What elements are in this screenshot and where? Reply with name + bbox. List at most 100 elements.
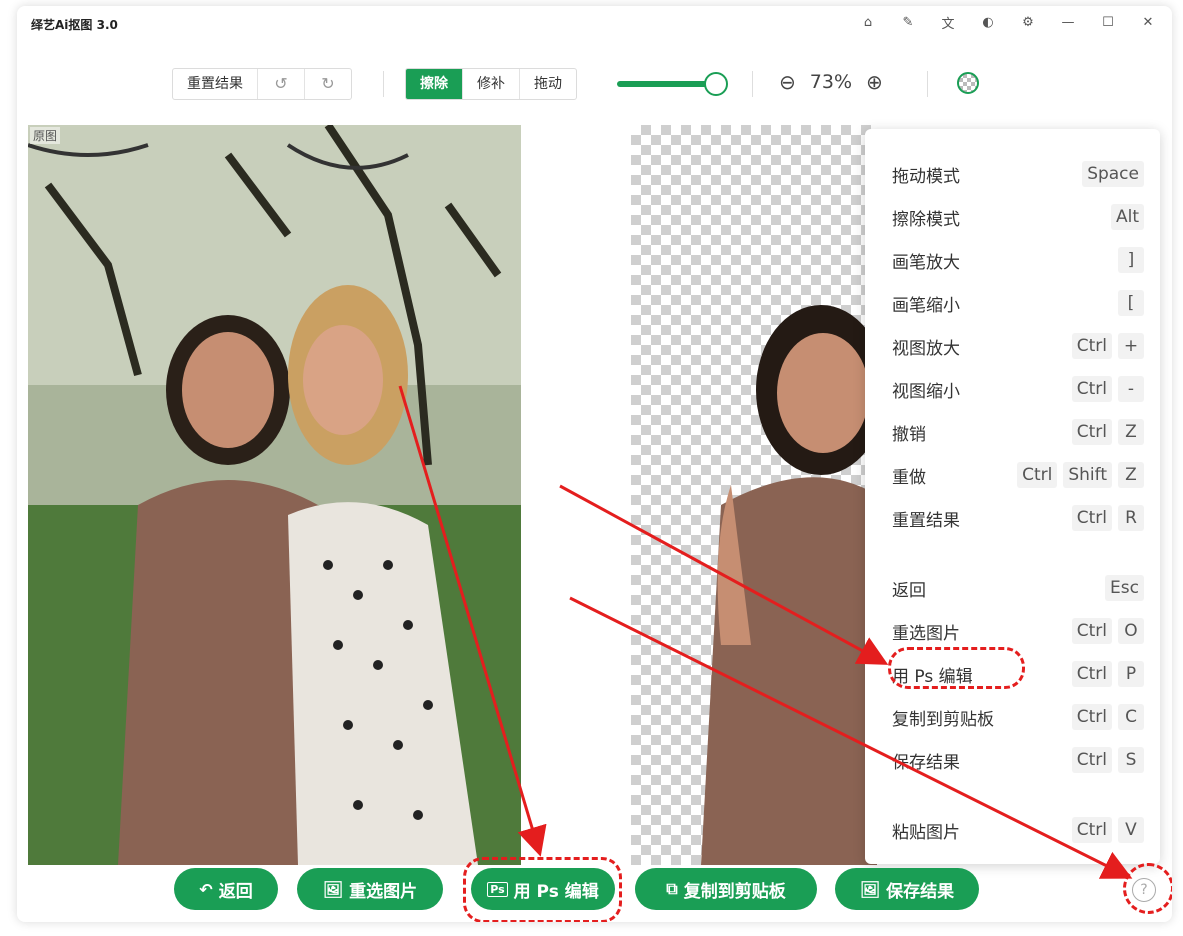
back-button[interactable]: ↶ 返回 bbox=[174, 868, 278, 910]
brush-size-slider[interactable] bbox=[617, 72, 737, 96]
shortcut-label: 拖动模式 bbox=[892, 166, 960, 187]
result-image bbox=[631, 125, 877, 865]
theme-icon[interactable]: ◐ bbox=[978, 12, 998, 32]
zoom-in-icon[interactable]: ⊕ bbox=[866, 70, 883, 94]
save-result-button[interactable]: 🖼 保存结果 bbox=[835, 868, 979, 910]
shortcut-keys: Ctrl P bbox=[1071, 661, 1144, 687]
shortcut-label: 擦除模式 bbox=[892, 209, 960, 230]
shortcut-key: Ctrl bbox=[1071, 505, 1112, 531]
reset-button[interactable]: 重置结果 bbox=[173, 69, 258, 99]
shortcut-key: Ctrl bbox=[1071, 419, 1112, 445]
mode-group: 擦除 修补 拖动 bbox=[405, 68, 577, 100]
shortcut-keys: ] bbox=[1118, 247, 1144, 273]
shortcut-key: Space bbox=[1082, 161, 1144, 187]
slider-track bbox=[617, 81, 718, 87]
shortcut-label: 粘贴图片 bbox=[892, 822, 960, 843]
shortcut-keys: Ctrl C bbox=[1071, 704, 1144, 730]
shortcut-key: P bbox=[1118, 661, 1144, 687]
shortcut-row: 重做 Ctrl Shift Z bbox=[865, 460, 1160, 490]
toolbar-divider bbox=[383, 71, 384, 97]
shortcut-keys: Ctrl R bbox=[1071, 505, 1144, 531]
shortcut-keys: Ctrl + bbox=[1071, 333, 1144, 359]
shortcut-key: - bbox=[1118, 376, 1144, 402]
settings-icon[interactable]: ⚙ bbox=[1018, 12, 1038, 32]
shortcut-keys: Ctrl - bbox=[1071, 376, 1144, 402]
shortcut-label: 复制到剪贴板 bbox=[892, 709, 994, 730]
undo-icon[interactable]: ↺ bbox=[258, 69, 305, 99]
shortcut-key: Ctrl bbox=[1071, 376, 1112, 402]
shortcut-label: 画笔缩小 bbox=[892, 295, 960, 316]
shortcut-key: Ctrl bbox=[1071, 747, 1112, 773]
shortcut-key: + bbox=[1118, 333, 1144, 359]
slider-knob[interactable] bbox=[704, 72, 729, 96]
shortcut-keys: Ctrl O bbox=[1071, 618, 1144, 644]
shortcut-row: 撤销 Ctrl Z bbox=[865, 417, 1160, 447]
shortcut-keys: Alt bbox=[1110, 204, 1144, 230]
shortcut-key: Z bbox=[1118, 462, 1144, 488]
image-add-icon: 🖼 bbox=[322, 879, 344, 899]
skin-icon[interactable]: ✎ bbox=[898, 12, 918, 32]
copy-clipboard-button-label: 复制到剪贴板 bbox=[683, 881, 786, 902]
checkerboard-icon[interactable] bbox=[957, 72, 979, 94]
shortcut-key: Ctrl bbox=[1071, 333, 1112, 359]
shortcut-key: Z bbox=[1118, 419, 1144, 445]
shortcut-key: Ctrl bbox=[1071, 661, 1112, 687]
shortcut-label: 画笔放大 bbox=[892, 252, 960, 273]
window-controls: ⌂ ✎ 文 ◐ ⚙ — ☐ ✕ bbox=[858, 12, 1158, 32]
mode-drag-button[interactable]: 拖动 bbox=[520, 69, 576, 99]
toolbar-divider bbox=[752, 71, 753, 97]
toolbar-divider bbox=[927, 71, 928, 97]
copy-icon: ⧉ bbox=[666, 879, 678, 898]
home-icon[interactable]: ⌂ bbox=[858, 12, 878, 32]
shortcut-row: 粘贴图片 Ctrl V bbox=[865, 815, 1160, 845]
reselect-button[interactable]: 🖼 重选图片 bbox=[297, 868, 443, 910]
shortcut-label: 重置结果 bbox=[892, 510, 960, 531]
app-title: 绎艺Ai抠图 3.0 bbox=[31, 16, 118, 33]
close-icon[interactable]: ✕ bbox=[1138, 12, 1158, 32]
zoom-out-icon[interactable]: ⊖ bbox=[779, 70, 796, 94]
reselect-button-label: 重选图片 bbox=[349, 881, 418, 902]
save-icon: 🖼 bbox=[859, 879, 881, 899]
shortcut-panel: 拖动模式 Space 擦除模式 Alt 画笔放大] 画笔缩小[视图放大 Ctrl + 视图缩小 C… bbox=[865, 129, 1160, 864]
shortcut-key: Shift bbox=[1063, 462, 1112, 488]
shortcut-keys: Space bbox=[1082, 161, 1144, 187]
app-title-text: Ai抠图 3.0 bbox=[55, 18, 118, 32]
mode-repair-button[interactable]: 修补 bbox=[463, 69, 520, 99]
shortcut-key: Ctrl bbox=[1017, 462, 1058, 488]
zoom-control: ⊖ 73% ⊕ bbox=[779, 70, 883, 94]
shortcut-keys: [ bbox=[1118, 290, 1144, 316]
original-image: 原图 bbox=[28, 125, 521, 865]
zoom-level: 73% bbox=[809, 71, 852, 93]
redo-icon[interactable]: ↻ bbox=[305, 69, 351, 99]
shortcut-label: 视图缩小 bbox=[892, 381, 960, 402]
shortcut-keys: Ctrl Shift Z bbox=[1017, 462, 1144, 488]
mode-erase-button[interactable]: 擦除 bbox=[406, 69, 463, 99]
shortcut-row: 画笔缩小 [ bbox=[865, 288, 1160, 318]
shortcut-key: O bbox=[1118, 618, 1144, 644]
shortcut-keys: Ctrl S bbox=[1071, 747, 1144, 773]
shortcut-key: Alt bbox=[1110, 204, 1144, 230]
shortcut-key: Ctrl bbox=[1071, 817, 1112, 843]
shortcut-keys: Ctrl Z bbox=[1071, 419, 1144, 445]
shortcut-row: 保存结果 Ctrl S bbox=[865, 745, 1160, 775]
back-icon: ↶ bbox=[199, 879, 213, 899]
shortcut-row: 拖动模式 Space bbox=[865, 159, 1160, 189]
shortcut-keys: Ctrl V bbox=[1071, 817, 1144, 843]
shortcut-row: 视图缩小 Ctrl - bbox=[865, 374, 1160, 404]
shortcut-key: Ctrl bbox=[1071, 618, 1112, 644]
shortcut-key: [ bbox=[1118, 290, 1144, 316]
shortcut-key: Ctrl bbox=[1071, 704, 1112, 730]
shortcut-row: 重置结果 Ctrl R bbox=[865, 503, 1160, 533]
app-title-prefix: 绎艺 bbox=[31, 18, 56, 32]
history-group: 重置结果 ↺ ↻ bbox=[172, 68, 352, 100]
minimize-icon[interactable]: — bbox=[1058, 12, 1078, 32]
shortcut-key: S bbox=[1118, 747, 1144, 773]
original-photo bbox=[28, 125, 521, 865]
copy-clipboard-button[interactable]: ⧉ 复制到剪贴板 bbox=[635, 868, 817, 910]
shortcut-label: 撤销 bbox=[892, 424, 926, 445]
maximize-icon[interactable]: ☐ bbox=[1098, 12, 1118, 32]
translate-icon[interactable]: 文 bbox=[938, 12, 958, 32]
shortcut-row: 画笔放大] bbox=[865, 245, 1160, 275]
save-result-button-label: 保存结果 bbox=[886, 881, 955, 902]
shortcut-row: 返回 Esc bbox=[865, 573, 1160, 603]
